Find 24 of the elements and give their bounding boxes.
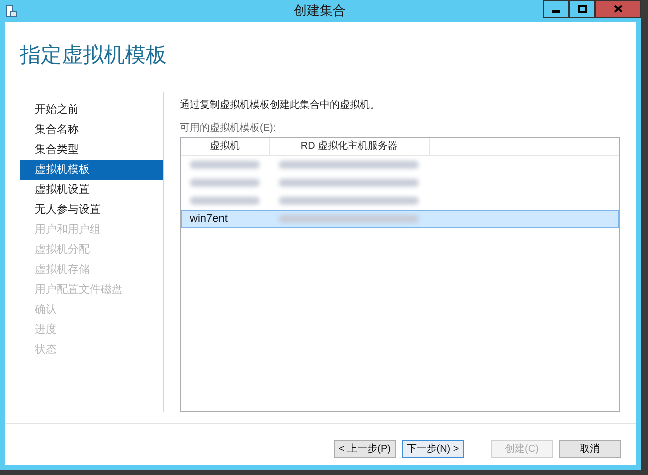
- dialog-button[interactable]: < 上一步(P): [334, 440, 396, 458]
- table-row[interactable]: win7ent: [181, 210, 619, 228]
- nav-item[interactable]: 虚拟机设置: [20, 180, 163, 200]
- table-cell-text: win7ent: [190, 212, 228, 228]
- column-header[interactable]: RD 虚拟化主机服务器: [270, 138, 430, 156]
- minimize-button[interactable]: [543, 0, 569, 18]
- close-button[interactable]: [595, 0, 641, 18]
- page-heading: 指定虚拟机模板: [20, 44, 167, 67]
- nav-item[interactable]: 集合类型: [20, 140, 163, 160]
- table-label: 可用的虚拟机模板(E):: [180, 122, 278, 136]
- dialog-button[interactable]: 取消: [559, 440, 621, 458]
- column-header[interactable]: 虚拟机: [181, 138, 270, 156]
- redacted-text: [190, 197, 260, 206]
- redacted-text: [190, 161, 260, 170]
- nav-item[interactable]: 开始之前: [20, 100, 163, 120]
- close-icon: [614, 5, 622, 13]
- nav-item[interactable]: 无人参与设置: [20, 200, 163, 220]
- dialog-button[interactable]: 下一步(N) >: [402, 440, 464, 458]
- nav-item[interactable]: 集合名称: [20, 120, 163, 140]
- redacted-text: [190, 179, 260, 188]
- server-manager-icon: [6, 4, 18, 18]
- nav-item[interactable]: 虚拟机模板: [20, 160, 163, 180]
- description-text: 通过复制虚拟机模板创建此集合中的虚拟机。: [180, 98, 381, 113]
- window-title: 创建集合: [293, 2, 347, 20]
